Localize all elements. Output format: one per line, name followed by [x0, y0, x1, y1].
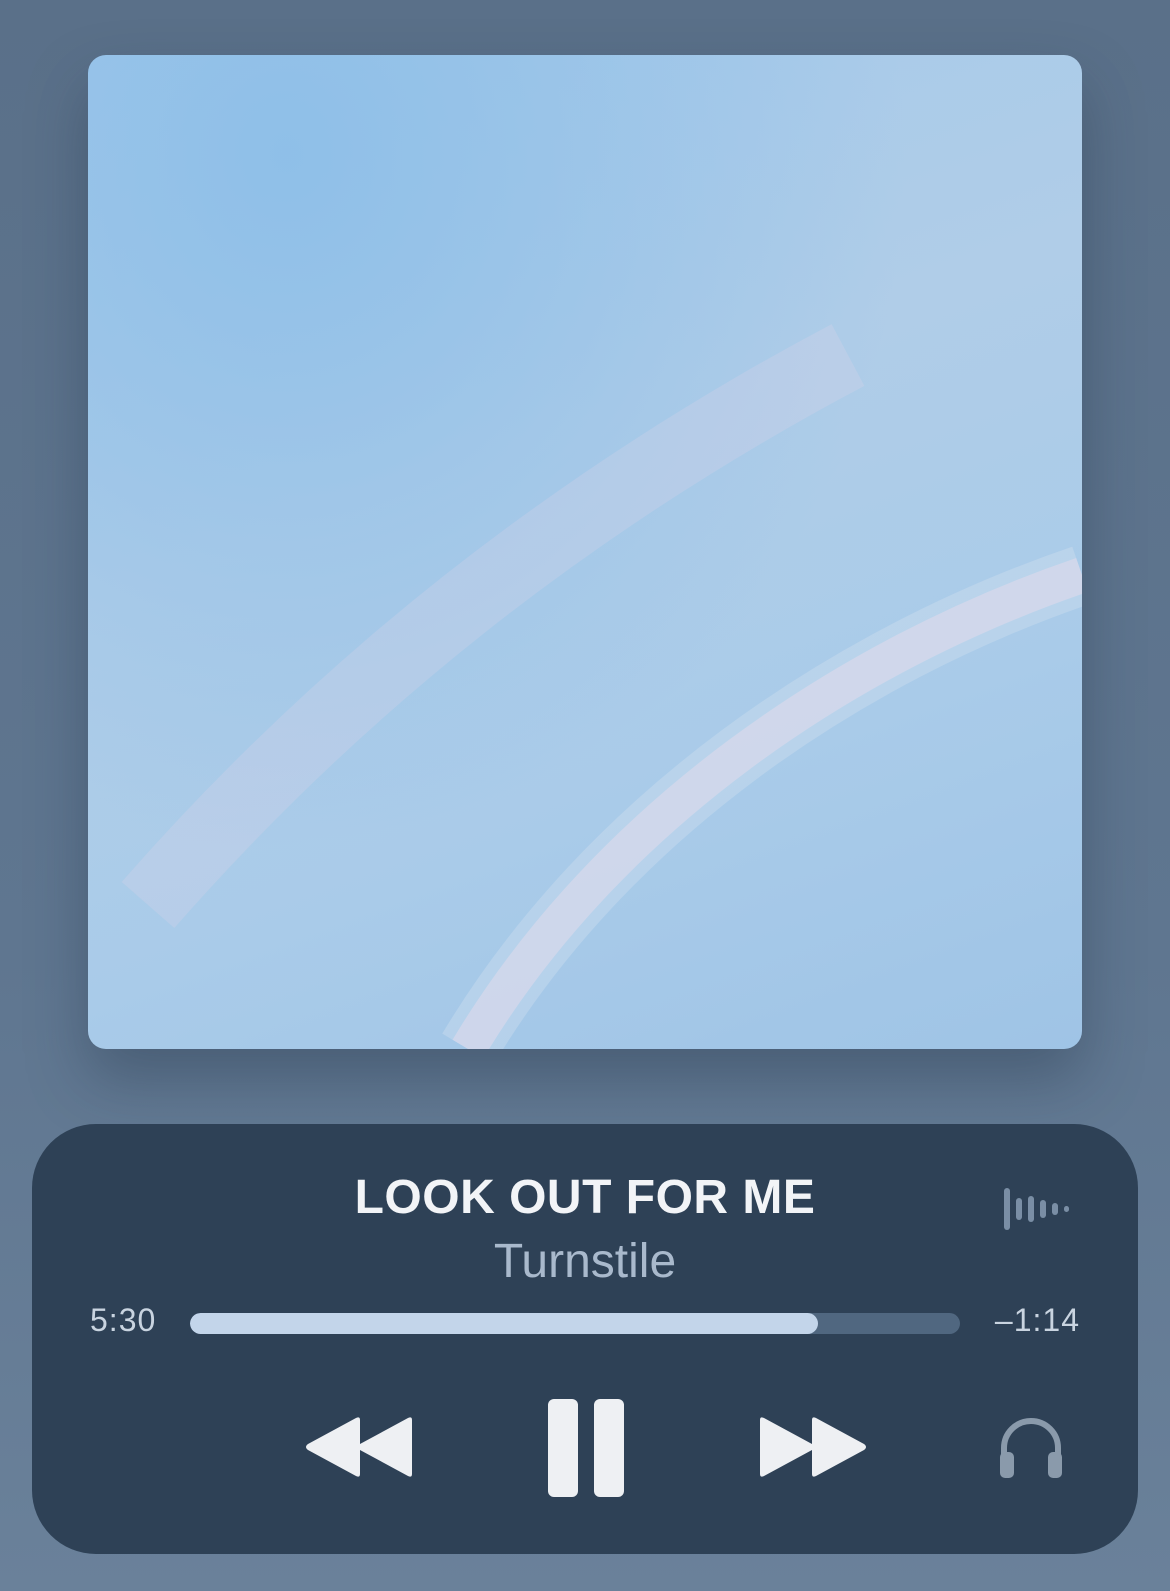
- now-playing-panel: LOOK OUT FOR ME Turnstile 5:30 –1:14: [32, 1124, 1138, 1554]
- fast-forward-icon[interactable]: [756, 1414, 868, 1480]
- remaining-time: –1:14: [994, 1302, 1080, 1338]
- waveform-icon[interactable]: [1002, 1186, 1072, 1232]
- track-title[interactable]: LOOK OUT FOR ME: [32, 1170, 1138, 1225]
- progress-scrubber[interactable]: [190, 1313, 960, 1334]
- elapsed-time: 5:30: [90, 1302, 157, 1338]
- rainbow-arc-graphic: [121, 324, 1082, 1049]
- pause-icon[interactable]: [546, 1397, 626, 1499]
- rewind-icon[interactable]: [304, 1414, 416, 1480]
- headphones-icon[interactable]: [996, 1412, 1066, 1482]
- album-artwork: [88, 55, 1082, 1049]
- progress-fill: [190, 1313, 819, 1334]
- track-artist[interactable]: Turnstile: [32, 1234, 1138, 1289]
